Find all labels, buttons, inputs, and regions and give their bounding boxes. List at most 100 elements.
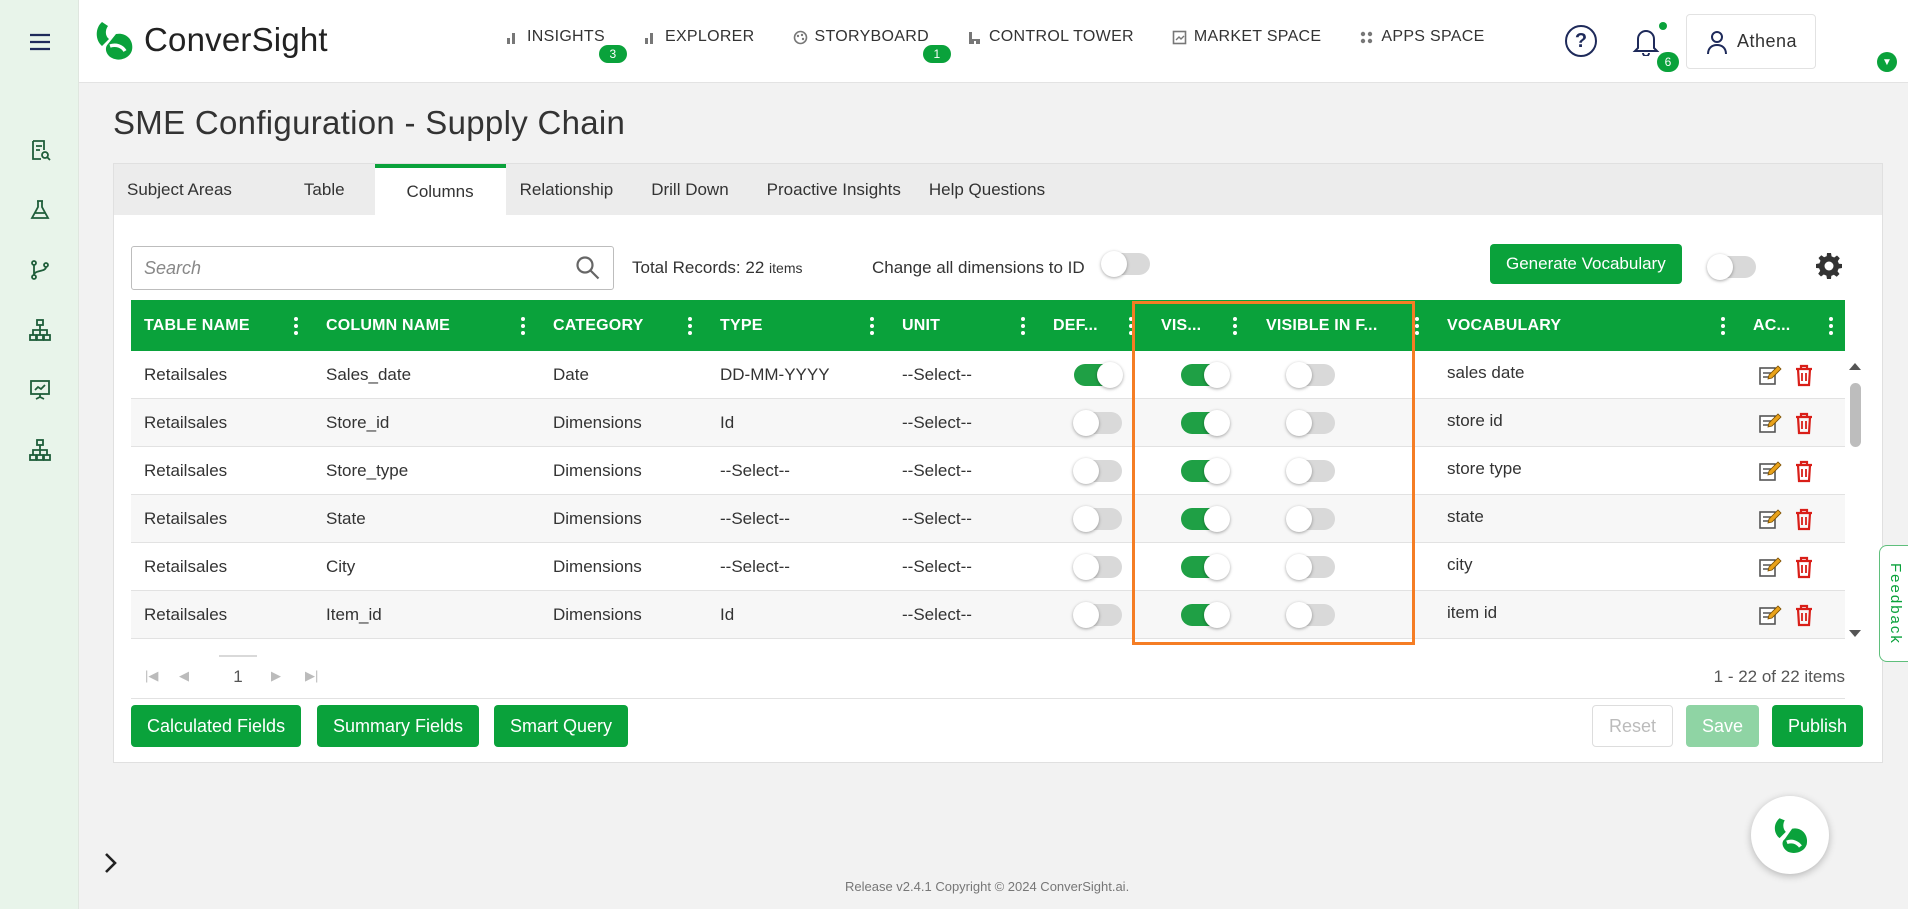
cell-unit[interactable]: --Select-- xyxy=(889,399,972,447)
feedback-tab[interactable]: Feedback xyxy=(1879,545,1908,662)
col-default[interactable]: DEF... xyxy=(1040,300,1098,351)
gear-icon[interactable] xyxy=(1814,251,1844,281)
first-page-icon[interactable]: |◀ xyxy=(145,668,158,684)
chevron-right-icon[interactable] xyxy=(99,850,121,876)
cell-unit[interactable]: --Select-- xyxy=(889,351,972,399)
col-visible-in-f[interactable]: VISIBLE IN F... xyxy=(1253,300,1377,351)
default-toggle[interactable] xyxy=(1073,410,1122,436)
edit-icon[interactable] xyxy=(1758,363,1782,387)
nav-insights[interactable]: INSIGHTS 3 xyxy=(505,28,627,63)
search-icon[interactable] xyxy=(575,255,601,281)
flask-icon[interactable] xyxy=(24,194,56,226)
visible-in-filter-toggle[interactable] xyxy=(1286,458,1335,484)
last-page-icon[interactable]: ▶| xyxy=(305,668,318,684)
kebab-menu-icon[interactable] xyxy=(869,317,875,335)
cell-vocabulary[interactable]: city xyxy=(1434,543,1473,587)
edit-icon[interactable] xyxy=(1758,603,1782,627)
org-chart-icon[interactable] xyxy=(24,434,56,466)
col-visible[interactable]: VIS... xyxy=(1148,300,1201,351)
generate-vocabulary-button[interactable]: Generate Vocabulary xyxy=(1490,244,1682,284)
kebab-menu-icon[interactable] xyxy=(1720,317,1726,335)
caret-down-icon[interactable]: ▼ xyxy=(1877,52,1897,72)
cell-unit[interactable]: --Select-- xyxy=(889,495,972,543)
visible-in-filter-toggle[interactable] xyxy=(1286,410,1335,436)
cell-vocabulary[interactable]: sales date xyxy=(1434,351,1525,395)
search-input[interactable] xyxy=(144,257,544,279)
visible-in-filter-toggle[interactable] xyxy=(1286,554,1335,580)
col-unit[interactable]: UNIT xyxy=(889,300,940,351)
trash-icon[interactable] xyxy=(1792,603,1816,627)
tab-drill-down[interactable]: Drill Down xyxy=(627,164,752,215)
trash-icon[interactable] xyxy=(1792,459,1816,483)
tab-proactive-insights[interactable]: Proactive Insights xyxy=(753,164,915,215)
smart-query-button[interactable]: Smart Query xyxy=(494,705,629,747)
visible-toggle[interactable] xyxy=(1181,362,1230,388)
col-type[interactable]: TYPE xyxy=(707,300,763,351)
cell-category[interactable]: Date xyxy=(540,351,589,399)
prev-page-icon[interactable]: ◀ xyxy=(179,668,189,684)
scroll-down-arrow-icon[interactable] xyxy=(1848,629,1862,639)
edit-icon[interactable] xyxy=(1758,555,1782,579)
user-menu[interactable]: Athena xyxy=(1686,14,1816,69)
col-category[interactable]: CATEGORY xyxy=(540,300,644,351)
kebab-menu-icon[interactable] xyxy=(1828,317,1834,335)
nav-storyboard[interactable]: STORYBOARD 1 xyxy=(793,28,951,63)
cell-category[interactable]: Dimensions xyxy=(540,495,642,543)
cell-type[interactable]: --Select-- xyxy=(707,495,790,543)
help-icon[interactable]: ? xyxy=(1565,25,1597,57)
summary-fields-button[interactable]: Summary Fields xyxy=(317,705,480,747)
calculated-fields-button[interactable]: Calculated Fields xyxy=(131,705,302,747)
visible-in-filter-toggle[interactable] xyxy=(1286,506,1335,532)
cell-vocabulary[interactable]: item id xyxy=(1434,591,1497,635)
cell-vocabulary[interactable]: store id xyxy=(1434,399,1503,443)
visible-toggle[interactable] xyxy=(1181,458,1230,484)
report-search-icon[interactable] xyxy=(24,134,56,166)
conversight-logo[interactable]: ConverSight xyxy=(92,18,328,62)
cell-category[interactable]: Dimensions xyxy=(540,591,642,639)
generate-vocabulary-toggle[interactable] xyxy=(1707,254,1756,280)
col-actions[interactable]: AC... xyxy=(1740,300,1790,351)
nav-market-space[interactable]: MARKET SPACE xyxy=(1172,28,1321,46)
save-button[interactable]: Save xyxy=(1686,705,1760,747)
nav-explorer[interactable]: EXPLORER xyxy=(643,28,755,46)
presentation-chart-icon[interactable] xyxy=(24,374,56,406)
col-vocabulary[interactable]: VOCABULARY xyxy=(1434,300,1561,351)
visible-toggle[interactable] xyxy=(1181,554,1230,580)
col-column-name[interactable]: COLUMN NAME xyxy=(313,300,450,351)
kebab-menu-icon[interactable] xyxy=(1020,317,1026,335)
edit-icon[interactable] xyxy=(1758,411,1782,435)
cell-type[interactable]: Id xyxy=(707,399,734,447)
notification-bell-icon[interactable] xyxy=(1632,26,1662,58)
edit-icon[interactable] xyxy=(1758,459,1782,483)
kebab-menu-icon[interactable] xyxy=(1414,317,1420,335)
scroll-up-arrow-icon[interactable] xyxy=(1848,361,1862,371)
default-toggle[interactable] xyxy=(1073,602,1122,628)
cell-type[interactable]: --Select-- xyxy=(707,447,790,495)
default-toggle[interactable] xyxy=(1074,362,1123,388)
trash-icon[interactable] xyxy=(1792,411,1816,435)
page-number[interactable]: 1 xyxy=(219,655,257,697)
cell-type[interactable]: DD-MM-YYYY xyxy=(707,351,830,399)
cell-unit[interactable]: --Select-- xyxy=(889,591,972,639)
tab-subject-areas[interactable]: Subject Areas xyxy=(114,164,290,215)
default-toggle[interactable] xyxy=(1073,554,1122,580)
next-page-icon[interactable]: ▶ xyxy=(271,668,281,684)
visible-in-filter-toggle[interactable] xyxy=(1286,362,1335,388)
trash-icon[interactable] xyxy=(1792,507,1816,531)
trash-icon[interactable] xyxy=(1792,555,1816,579)
nav-apps-space[interactable]: APPS SPACE xyxy=(1359,28,1484,46)
cell-vocabulary[interactable]: state xyxy=(1434,495,1484,539)
tab-columns[interactable]: Columns xyxy=(374,164,506,215)
tab-help-questions[interactable]: Help Questions xyxy=(915,164,1059,215)
cell-type[interactable]: Id xyxy=(707,591,734,639)
cell-type[interactable]: --Select-- xyxy=(707,543,790,591)
cell-category[interactable]: Dimensions xyxy=(540,399,642,447)
hierarchy-icon[interactable] xyxy=(24,314,56,346)
visible-toggle[interactable] xyxy=(1181,602,1230,628)
assistant-fab[interactable] xyxy=(1751,796,1829,874)
cell-category[interactable]: Dimensions xyxy=(540,543,642,591)
tab-relationship[interactable]: Relationship xyxy=(506,164,628,215)
visible-toggle[interactable] xyxy=(1181,410,1230,436)
default-toggle[interactable] xyxy=(1073,506,1122,532)
col-table-name[interactable]: TABLE NAME xyxy=(131,300,250,351)
